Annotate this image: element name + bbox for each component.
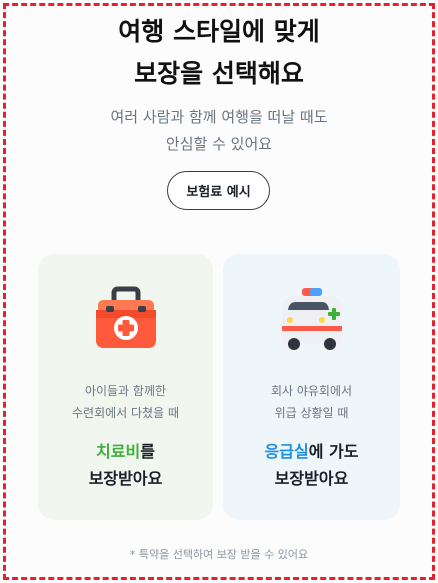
card-highlight: 응급실 [264, 442, 309, 461]
card-headline-line2: 보장받아요 [274, 469, 349, 488]
card-desc-line1: 회사 야유회에서 [270, 384, 353, 398]
rider-footnote: * 특약을 선택하여 보장 받을 수 있어요 [129, 548, 309, 561]
card-headline-line2: 보장받아요 [88, 469, 163, 488]
page-title-line1: 여행 스타일에 맞게 [118, 17, 320, 46]
page-title-line2: 보장을 선택해요 [134, 59, 304, 88]
coverage-card-medical: 아이들과 함께한 수련회에서 다쳤을 때 치료비를 보장받아요 [38, 254, 213, 520]
subtitle-line2: 안심할 수 있어요 [165, 135, 273, 153]
card-headline-line1: 응급실에 가도 [223, 440, 400, 464]
card-headline-rest: 에 가도 [308, 442, 359, 461]
subtitle-line1: 여러 사람과 함께 여행을 떠날 때도 [110, 108, 328, 126]
card-headline-line1: 치료비를 [38, 440, 213, 464]
card-highlight: 치료비 [96, 442, 141, 461]
card-desc-line2: 수련회에서 다쳤을 때 [72, 406, 179, 420]
card-desc-line2: 위급 상황일 때 [274, 406, 349, 420]
card-desc-line1: 아이들과 함께한 [84, 384, 167, 398]
premium-example-button[interactable]: 보험료 예시 [167, 171, 270, 210]
coverage-card-emergency: 회사 야유회에서 위급 상황일 때 응급실에 가도 보장받아요 [223, 254, 400, 520]
card-headline-rest: 를 [140, 442, 155, 461]
ambulance-icon [272, 284, 352, 354]
first-aid-kit-icon [86, 284, 166, 354]
